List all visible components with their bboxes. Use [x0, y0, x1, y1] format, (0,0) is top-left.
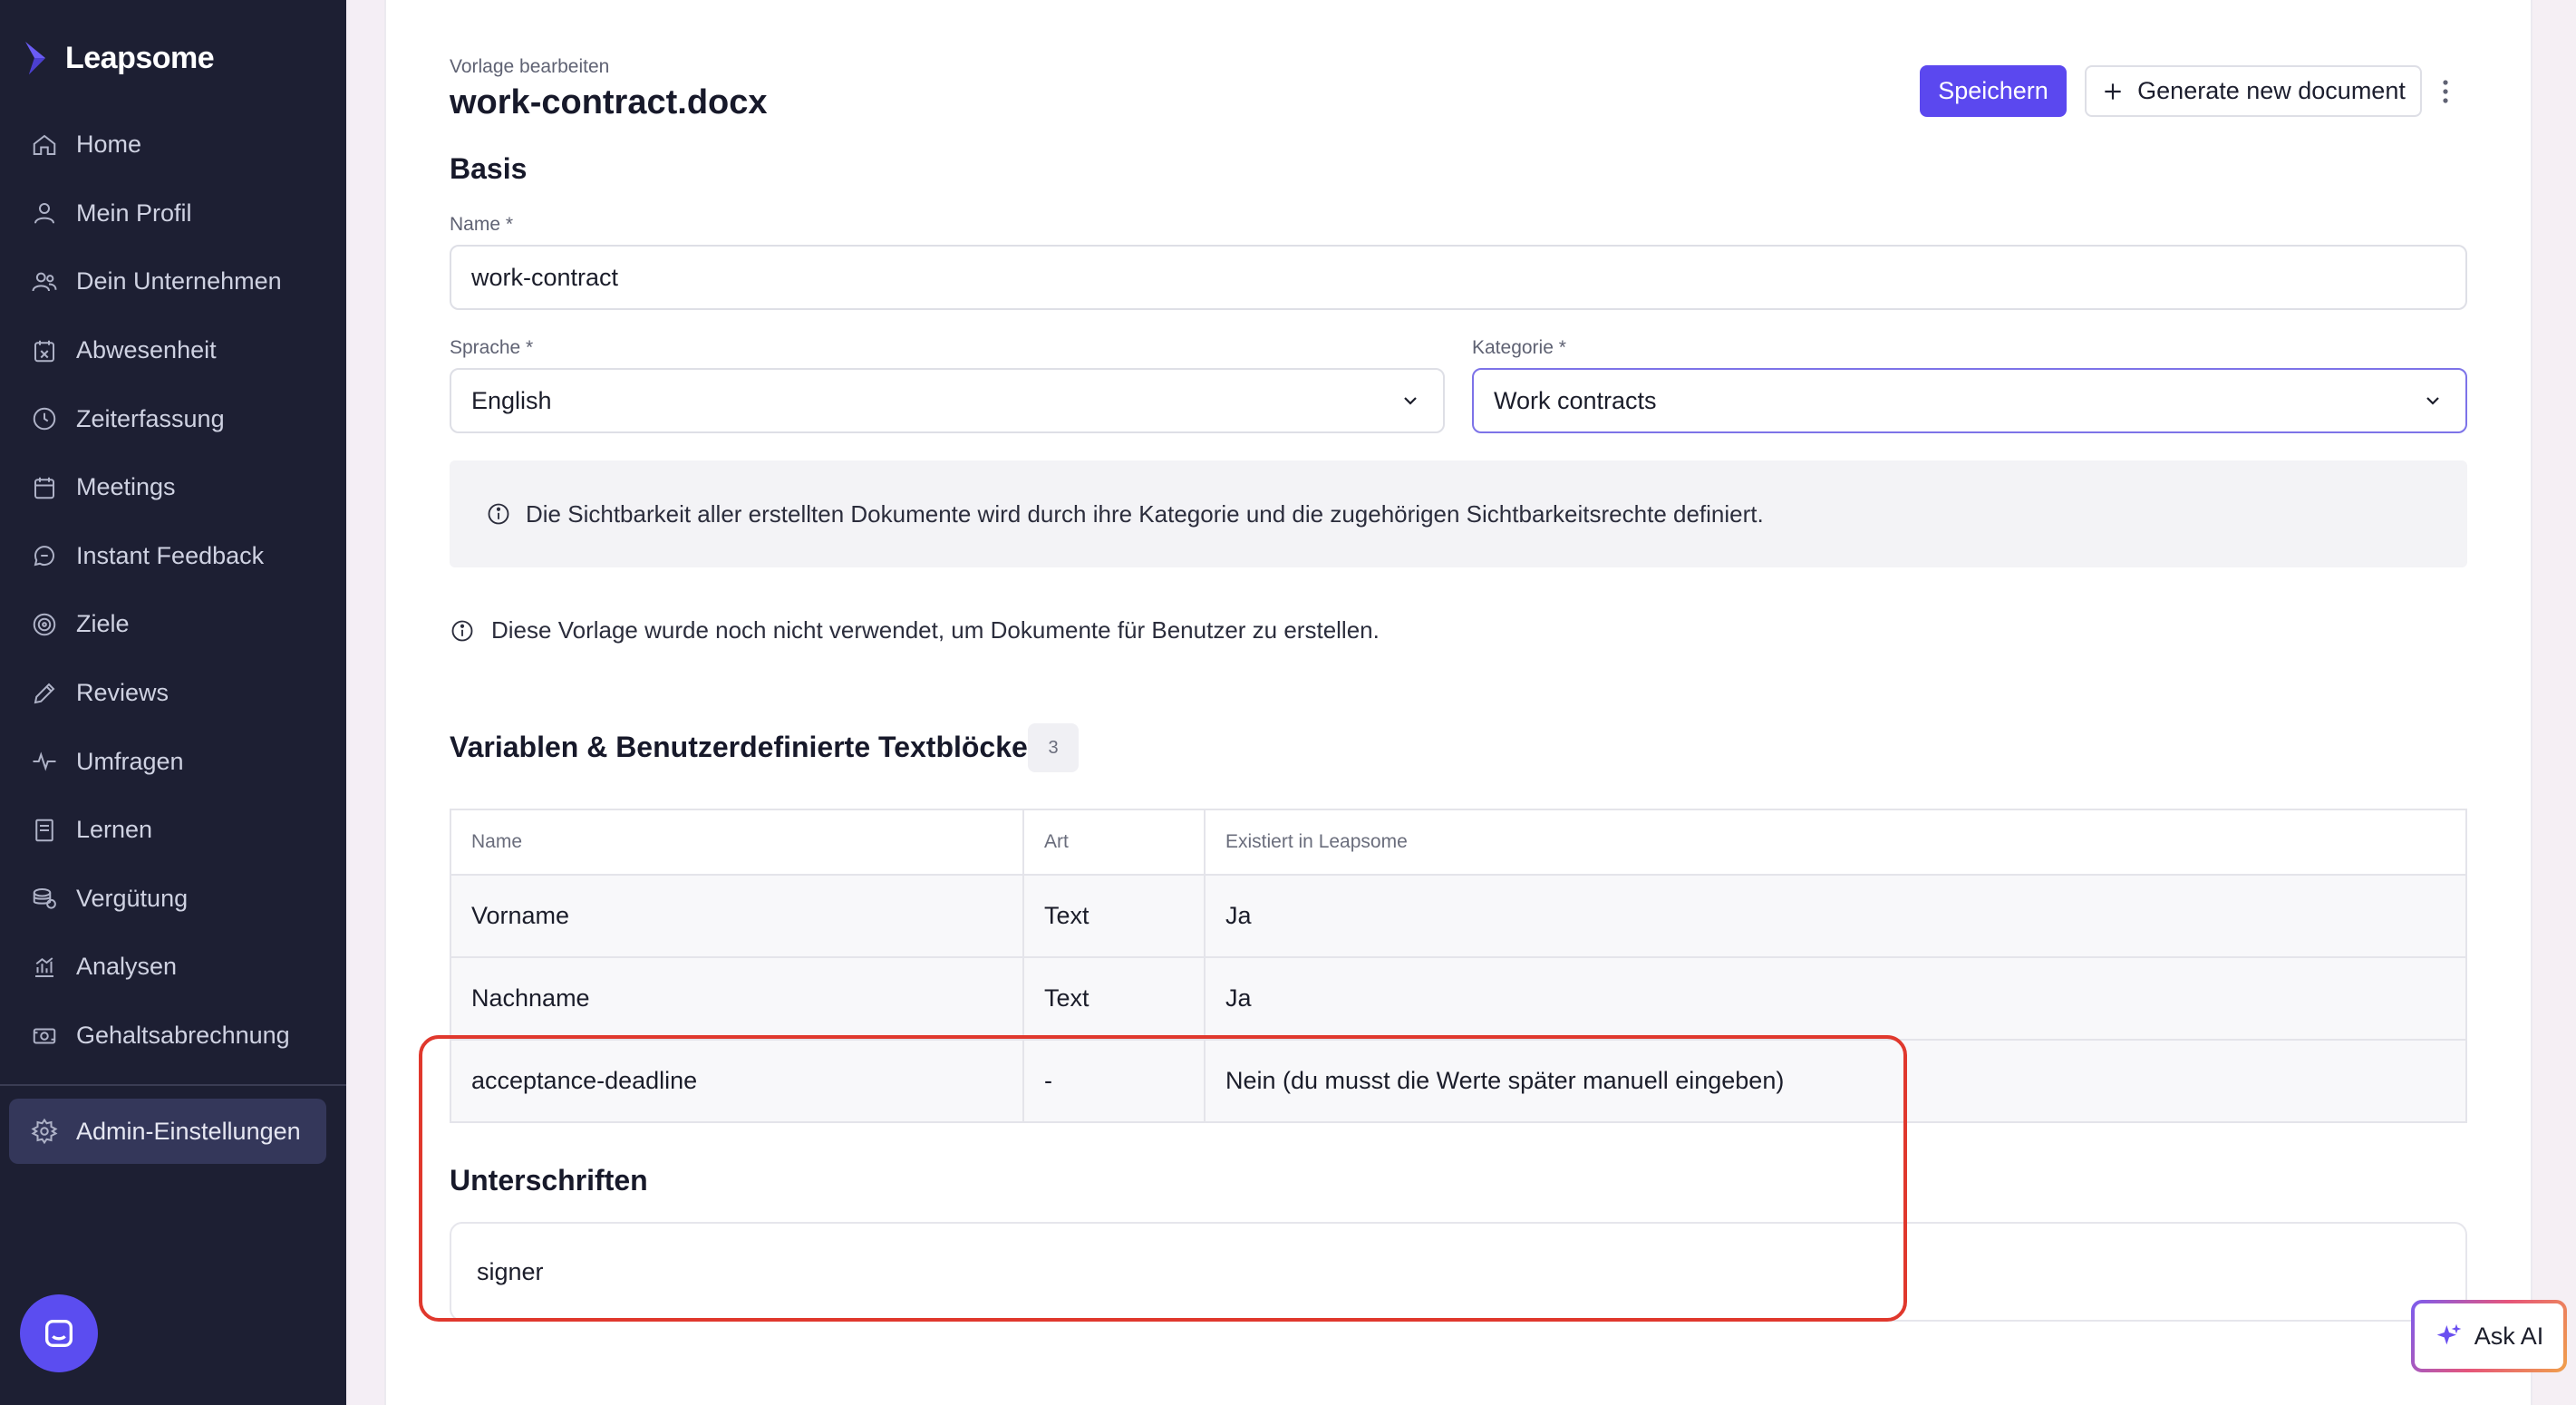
sidebar-item-label: Gehaltsabrechnung — [76, 1022, 290, 1050]
more-options-button[interactable] — [2429, 69, 2462, 114]
plus-icon — [2105, 82, 2121, 100]
info-icon — [451, 620, 473, 641]
sidebar-item-label: Vergütung — [76, 884, 189, 912]
table-row[interactable]: Vorname Text Ja — [450, 875, 2466, 958]
sidebar-nav: Home Mein Profil Dein Unternehmen Abwese… — [0, 111, 346, 1070]
chat-icon — [31, 542, 58, 569]
column-header-name: Name — [450, 809, 1024, 876]
sidebar-item-mein-profil[interactable]: Mein Profil — [0, 179, 346, 248]
name-field[interactable]: work-contract — [450, 245, 2467, 310]
sidebar-item-ziele[interactable]: Ziele — [0, 590, 346, 659]
sprache-select-value: English — [471, 386, 552, 414]
chevron-down-icon — [2426, 397, 2439, 405]
more-vertical-icon — [2443, 80, 2448, 103]
sidebar-item-dein-unternehmen[interactable]: Dein Unternehmen — [0, 247, 346, 316]
sidebar-item-label: Lernen — [76, 816, 153, 844]
basis-heading: Basis — [450, 152, 528, 185]
column-header-existiert: Existiert in Leapsome — [1205, 809, 2466, 876]
info-icon — [488, 503, 509, 525]
sidebar-item-analysen[interactable]: Analysen — [0, 933, 346, 1002]
support-chat-button[interactable] — [20, 1294, 98, 1372]
annotation-highlight-box — [419, 1035, 1907, 1322]
sprache-label: Sprache * — [450, 337, 534, 358]
sidebar-item-label: Mein Profil — [76, 199, 192, 227]
leapsome-logo-icon — [25, 42, 45, 74]
sidebar-item-label: Umfragen — [76, 747, 184, 775]
sidebar-item-label: Admin-Einstellungen — [76, 1117, 301, 1145]
kategorie-select-value: Work contracts — [1494, 386, 1657, 414]
usage-info-text: Diese Vorlage wurde noch nicht verwendet… — [491, 616, 1380, 644]
sidebar-item-gehaltsabrechnung[interactable]: Gehaltsabrechnung — [0, 1002, 346, 1071]
kategorie-label: Kategorie * — [1472, 337, 1566, 358]
pulse-icon — [31, 748, 58, 775]
cell-existiert: Ja — [1205, 957, 2466, 1041]
brand-logo[interactable]: Leapsome — [22, 36, 215, 80]
name-label: Name * — [450, 214, 514, 235]
visibility-info-box: Die Sichtbarkeit aller erstellten Dokume… — [450, 460, 2467, 567]
sidebar-item-instant-feedback[interactable]: Instant Feedback — [0, 522, 346, 591]
sidebar-item-admin-einstellungen[interactable]: Admin-Einstellungen — [9, 1099, 326, 1164]
table-row[interactable]: Nachname Text Ja — [450, 957, 2466, 1041]
sidebar-item-label: Analysen — [76, 953, 178, 981]
generate-document-label: Generate new document — [2137, 77, 2406, 104]
variables-heading: Variablen & Benutzerdefinierte Textblöck… — [450, 731, 1028, 763]
sidebar-item-umfragen[interactable]: Umfragen — [0, 727, 346, 796]
table-header-row: Name Art Existiert in Leapsome — [450, 809, 2466, 876]
variables-count-badge: 3 — [1028, 723, 1079, 772]
save-button[interactable]: Speichern — [1920, 65, 2067, 117]
column-header-art: Art — [1023, 809, 1206, 876]
sparkle-icon — [2436, 1323, 2462, 1345]
target-icon — [31, 611, 58, 638]
kategorie-select[interactable]: Work contracts — [1472, 368, 2467, 433]
ask-ai-label: Ask AI — [2474, 1322, 2544, 1350]
gear-icon — [31, 1118, 58, 1145]
sidebar: Leapsome Home Mein Profil Dein Unternehm… — [0, 0, 346, 1405]
user-icon — [31, 199, 58, 227]
name-field-value: work-contract — [471, 263, 619, 291]
clock-icon — [31, 405, 58, 432]
usage-info: Diese Vorlage wurde noch nicht verwendet… — [450, 616, 1380, 644]
home-icon — [31, 131, 58, 159]
generate-document-button[interactable]: Generate new document — [2085, 65, 2422, 117]
cell-name: Vorname — [450, 875, 1024, 958]
chat-support-icon — [45, 1320, 73, 1347]
sidebar-item-verguetung[interactable]: Vergütung — [0, 865, 346, 934]
cell-art: Text — [1023, 957, 1206, 1041]
cell-art: Text — [1023, 875, 1206, 958]
sidebar-item-label: Meetings — [76, 473, 176, 501]
sidebar-item-label: Abwesenheit — [76, 336, 217, 364]
coins-icon — [31, 885, 58, 912]
sidebar-item-label: Home — [76, 131, 142, 159]
sidebar-item-label: Instant Feedback — [76, 541, 265, 569]
sidebar-item-home[interactable]: Home — [0, 111, 346, 179]
sidebar-item-reviews[interactable]: Reviews — [0, 659, 346, 728]
cell-existiert: Ja — [1205, 875, 2466, 958]
cell-name: Nachname — [450, 957, 1024, 1041]
sprache-select[interactable]: English — [450, 368, 1445, 433]
money-icon — [31, 1022, 58, 1050]
pencil-icon — [31, 680, 58, 707]
sidebar-item-label: Dein Unternehmen — [76, 267, 282, 296]
calendar-x-icon — [31, 337, 58, 364]
chevron-down-icon — [1404, 397, 1417, 405]
sidebar-divider — [0, 1084, 346, 1086]
chart-icon — [31, 954, 58, 981]
sidebar-item-label: Zeiterfassung — [76, 404, 225, 432]
book-icon — [31, 817, 58, 844]
page-title: work-contract.docx — [450, 83, 768, 121]
calendar-icon — [31, 474, 58, 501]
brand-name: Leapsome — [65, 40, 215, 75]
ask-ai-button[interactable]: Ask AI — [2411, 1300, 2567, 1372]
sidebar-item-label: Reviews — [76, 679, 169, 707]
sidebar-item-zeiterfassung[interactable]: Zeiterfassung — [0, 384, 346, 453]
sidebar-item-meetings[interactable]: Meetings — [0, 453, 346, 522]
sidebar-item-label: Ziele — [76, 610, 130, 638]
visibility-info-text: Die Sichtbarkeit aller erstellten Dokume… — [526, 499, 1764, 528]
sidebar-item-lernen[interactable]: Lernen — [0, 796, 346, 865]
users-icon — [31, 268, 58, 296]
sidebar-item-abwesenheit[interactable]: Abwesenheit — [0, 316, 346, 385]
page-kicker: Vorlage bearbeiten — [450, 56, 610, 77]
